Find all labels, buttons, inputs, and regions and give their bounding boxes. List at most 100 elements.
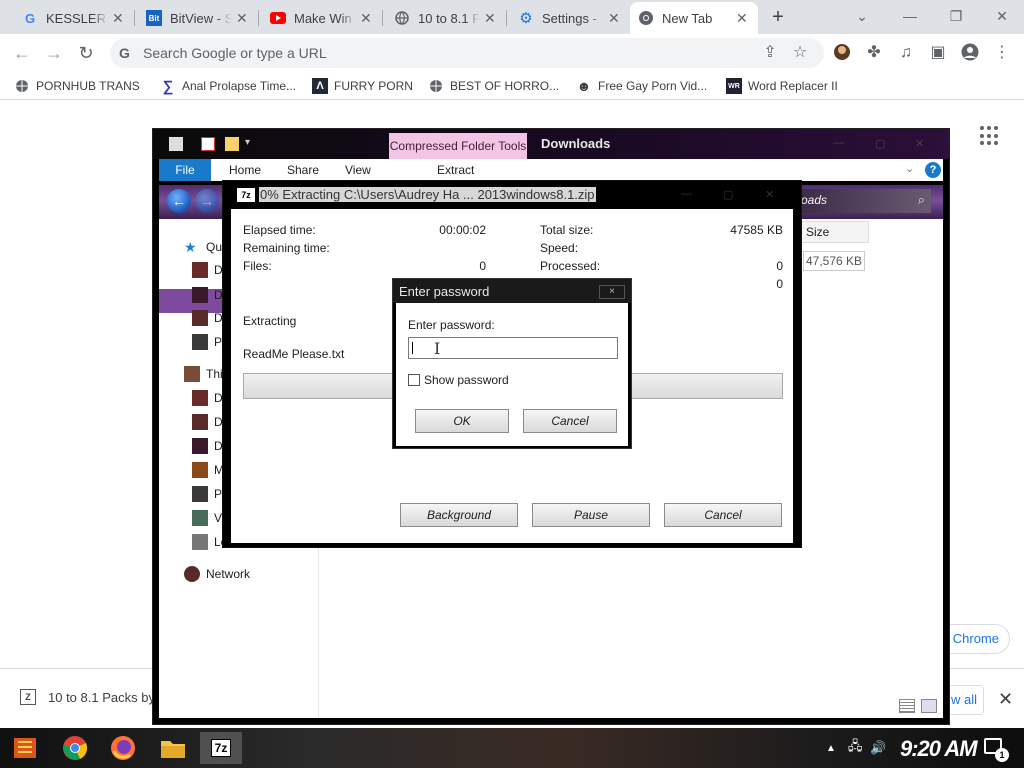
show-password-label: Show password <box>424 373 509 387</box>
google-apps-icon[interactable] <box>980 126 1000 146</box>
chrome-menu-icon[interactable]: ⋮ <box>992 43 1012 63</box>
bookmark-item[interactable]: ∑ Anal Prolapse Time... <box>160 77 296 95</box>
file-explorer-icon[interactable] <box>152 732 194 764</box>
show-hidden-icons-icon[interactable]: ▲ <box>826 743 836 754</box>
close-download-shelf-icon[interactable]: ✕ <box>998 689 1013 710</box>
bookmark-star-icon[interactable]: ☆ <box>790 43 810 63</box>
new-tab-button[interactable]: + <box>766 5 790 29</box>
tab-separator <box>134 10 135 26</box>
profile-extension-icon[interactable] <box>832 43 852 63</box>
bookmark-item[interactable]: WR Word Replacer II <box>726 77 838 95</box>
large-icons-view-icon[interactable] <box>921 699 937 713</box>
tab-settings[interactable]: ⚙ Settings - ✕ <box>510 2 630 34</box>
cancel-button[interactable]: Cancel <box>523 409 617 433</box>
close-tab-icon[interactable]: ✕ <box>360 10 374 27</box>
forward-icon[interactable]: → <box>195 189 219 213</box>
ok-button[interactable]: OK <box>415 409 509 433</box>
expand-ribbon-icon[interactable]: ⌄ <box>905 162 914 175</box>
nav-item[interactable]: Pi <box>192 483 225 505</box>
nav-label: Thi <box>206 367 223 381</box>
minimize-icon[interactable]: — <box>833 137 844 149</box>
bookmark-item[interactable]: Λ FURRY PORN <box>312 77 413 95</box>
details-view-icon[interactable] <box>899 699 915 713</box>
show-password-checkbox[interactable]: Show password <box>408 373 509 387</box>
extensions-puzzle-icon[interactable]: ✤ <box>864 43 884 63</box>
share-icon[interactable]: ⇪ <box>760 43 780 63</box>
tab-kessler[interactable]: G KESSLER ✕ <box>14 2 134 34</box>
network-icon[interactable]: 🖧 <box>848 737 863 759</box>
taskbar-clock[interactable]: 9:20 AM <box>900 736 978 762</box>
properties-icon[interactable] <box>201 137 215 151</box>
status-label: Extracting <box>243 314 297 328</box>
compressed-folder-tools-tab[interactable]: Compressed Folder Tools <box>389 133 527 161</box>
close-tab-icon[interactable]: ✕ <box>608 10 622 27</box>
restore-icon[interactable]: ❐ <box>944 4 968 28</box>
close-tab-icon[interactable]: ✕ <box>112 10 126 27</box>
new-folder-icon[interactable] <box>225 137 239 151</box>
ribbon-tab-view[interactable]: View <box>345 163 371 177</box>
7zip-title: 0% Extracting C:\Users\Audrey Ha ... 201… <box>259 187 596 202</box>
pause-button[interactable]: Pause <box>532 503 650 527</box>
tab-youtube[interactable]: Make Win ✕ <box>262 2 382 34</box>
close-icon[interactable]: ✕ <box>765 188 774 201</box>
nav-quick-access[interactable]: ★ Qui <box>184 236 225 258</box>
close-tab-icon[interactable]: ✕ <box>484 10 498 27</box>
background-button[interactable]: Background <box>400 503 518 527</box>
password-dialog-body: Enter password: I Show password OK Cance… <box>396 303 628 446</box>
volume-icon[interactable]: 🔊 <box>870 740 886 756</box>
close-icon[interactable]: × <box>599 285 625 299</box>
omnibox[interactable]: G Search Google or type a URL ⇪ ☆ <box>110 38 824 68</box>
start-icon[interactable] <box>4 732 46 764</box>
forward-icon[interactable]: → <box>42 41 66 65</box>
maximize-icon[interactable]: ▢ <box>875 137 885 150</box>
help-icon[interactable]: ? <box>925 162 941 178</box>
tab-title: BitView - S <box>170 10 232 26</box>
show-all-downloads-button[interactable]: w all <box>946 685 984 715</box>
close-window-icon[interactable]: ✕ <box>990 4 1014 28</box>
media-control-icon[interactable]: ♫ <box>896 43 916 63</box>
ribbon-tab-home[interactable]: Home <box>229 163 261 177</box>
nav-item[interactable]: Vi <box>192 507 224 529</box>
checkbox-icon[interactable] <box>408 374 420 386</box>
files-label: Files: <box>243 259 272 273</box>
reload-icon[interactable]: ↻ <box>74 41 98 65</box>
ribbon-tab-file[interactable]: File <box>159 159 211 181</box>
bookmark-item[interactable]: ☻ Free Gay Porn Vid... <box>576 77 708 95</box>
size-column-header[interactable]: Size <box>801 221 869 243</box>
cancel-extract-button[interactable]: Cancel <box>664 503 782 527</box>
chrome-icon <box>638 10 654 26</box>
quick-access-dropdown-icon[interactable]: ▾ <box>245 137 250 148</box>
download-item[interactable]: Z 10 to 8.1 Packs by <box>20 689 155 705</box>
elapsed-label: Elapsed time: <box>243 223 316 237</box>
folder-icon <box>192 414 208 430</box>
current-file: ReadMe Please.txt <box>243 347 345 361</box>
ribbon-tab-share[interactable]: Share <box>287 163 319 177</box>
tab-10-to-81[interactable]: 10 to 8.1 P ✕ <box>386 2 506 34</box>
tab-new-tab[interactable]: New Tab ✕ <box>630 2 758 34</box>
bookmark-item[interactable]: PORNHUB TRANS <box>14 77 140 95</box>
nav-this-pc[interactable]: Thi <box>184 363 223 385</box>
maximize-icon[interactable]: ▢ <box>723 188 733 201</box>
download-filename: 10 to 8.1 Packs by <box>48 689 155 705</box>
back-icon[interactable]: ← <box>10 41 34 65</box>
chrome-taskbar-icon[interactable] <box>54 732 96 764</box>
close-tab-icon[interactable]: ✕ <box>236 10 250 27</box>
nav-item[interactable]: Pi <box>192 331 225 353</box>
7zip-taskbar-icon[interactable]: 7z <box>200 732 242 764</box>
tab-search-icon[interactable]: ⌄ <box>850 4 874 28</box>
firefox-icon[interactable] <box>102 732 144 764</box>
wr-icon: WR <box>726 78 742 94</box>
back-icon[interactable]: ← <box>167 189 191 213</box>
nav-network[interactable]: Network <box>184 563 250 585</box>
close-tab-icon[interactable]: ✕ <box>736 10 750 27</box>
minimize-icon[interactable]: — <box>898 4 922 28</box>
ribbon-tab-extract[interactable]: Extract <box>437 163 474 177</box>
explorer-search-box[interactable]: oads ⌕ <box>795 189 931 213</box>
tab-bitview[interactable]: Bit BitView - S ✕ <box>138 2 258 34</box>
bookmark-item[interactable]: BEST OF HORRO... <box>428 77 559 95</box>
profile-avatar-icon[interactable] <box>960 43 980 63</box>
tab-separator <box>506 10 507 26</box>
close-icon[interactable]: ✕ <box>915 137 924 150</box>
minimize-icon[interactable]: — <box>681 188 692 200</box>
side-panel-icon[interactable]: ▣ <box>928 43 948 63</box>
